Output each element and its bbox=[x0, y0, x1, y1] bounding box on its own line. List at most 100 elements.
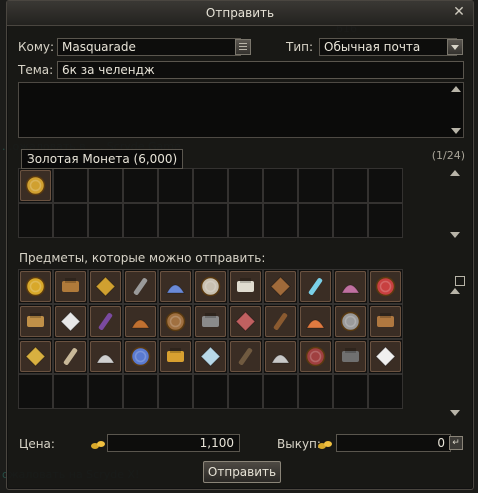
attachment-slot[interactable] bbox=[368, 203, 403, 238]
inventory-slot[interactable] bbox=[123, 339, 158, 374]
purple-flask-icon[interactable] bbox=[90, 306, 121, 337]
attachment-slot[interactable] bbox=[123, 203, 158, 238]
red-scroll-icon[interactable] bbox=[370, 271, 401, 302]
attachment-slot[interactable] bbox=[88, 168, 123, 203]
iron-ingots-icon[interactable] bbox=[335, 306, 366, 337]
cod-input[interactable]: 0 bbox=[336, 434, 451, 452]
metal-plate-icon[interactable] bbox=[195, 306, 226, 337]
attachment-slot[interactable] bbox=[333, 168, 368, 203]
inventory-slot[interactable] bbox=[333, 374, 368, 409]
message-scrollbar[interactable] bbox=[450, 84, 462, 136]
attachment-slot[interactable] bbox=[158, 203, 193, 238]
inventory-slot[interactable] bbox=[53, 304, 88, 339]
inventory-slot[interactable] bbox=[228, 339, 263, 374]
wooden-box-icon[interactable] bbox=[265, 306, 296, 337]
red-rune-tablet-icon[interactable] bbox=[300, 341, 331, 372]
inventory-slot[interactable] bbox=[123, 269, 158, 304]
silver-bars-2-icon[interactable] bbox=[265, 341, 296, 372]
inventory-slot[interactable] bbox=[368, 269, 403, 304]
inventory-slot[interactable] bbox=[263, 339, 298, 374]
orange-stone-icon[interactable] bbox=[300, 306, 331, 337]
attachment-slot[interactable] bbox=[298, 168, 333, 203]
attachment-slot[interactable] bbox=[193, 203, 228, 238]
address-book-button[interactable] bbox=[235, 39, 251, 55]
attachment-slot[interactable] bbox=[18, 203, 53, 238]
scroll-up-icon[interactable] bbox=[451, 86, 461, 92]
title-bar[interactable]: Отправить ✕ bbox=[7, 1, 473, 26]
attachment-scrollbar[interactable] bbox=[449, 168, 461, 240]
inventory-slot[interactable] bbox=[298, 339, 333, 374]
inventory-slot[interactable] bbox=[368, 339, 403, 374]
inventory-slot[interactable] bbox=[53, 339, 88, 374]
gold-nugget-icon[interactable] bbox=[20, 271, 51, 302]
attachment-slot[interactable] bbox=[263, 203, 298, 238]
gold-coin-icon[interactable] bbox=[20, 170, 51, 201]
inventory-slot[interactable] bbox=[193, 269, 228, 304]
inventory-slot[interactable] bbox=[263, 269, 298, 304]
bronze-coin-icon[interactable] bbox=[55, 271, 86, 302]
inventory-slot[interactable] bbox=[228, 304, 263, 339]
message-body-textarea[interactable] bbox=[18, 82, 464, 138]
coal-ore-icon[interactable] bbox=[335, 341, 366, 372]
thread-spool-icon[interactable] bbox=[160, 306, 191, 337]
orange-rope-icon[interactable] bbox=[125, 306, 156, 337]
inventory-slot[interactable] bbox=[368, 304, 403, 339]
silver-ore-icon[interactable] bbox=[90, 341, 121, 372]
close-button[interactable]: ✕ bbox=[451, 4, 467, 20]
inventory-slot[interactable] bbox=[333, 304, 368, 339]
inventory-slot[interactable] bbox=[18, 374, 53, 409]
mail-type-select[interactable]: Обычная почта bbox=[319, 38, 457, 56]
attachment-slot[interactable] bbox=[88, 203, 123, 238]
pink-gem-bracelet-icon[interactable] bbox=[335, 271, 366, 302]
attachment-slot[interactable] bbox=[193, 168, 228, 203]
blue-potion-icon[interactable] bbox=[160, 271, 191, 302]
inventory-slot[interactable] bbox=[123, 304, 158, 339]
inventory-slot[interactable] bbox=[158, 304, 193, 339]
attachment-slot[interactable] bbox=[228, 203, 263, 238]
inventory-slot[interactable] bbox=[88, 374, 123, 409]
inventory-slot[interactable] bbox=[368, 374, 403, 409]
inventory-slot[interactable] bbox=[158, 374, 193, 409]
inventory-slot[interactable] bbox=[228, 374, 263, 409]
cloth-fabric-icon[interactable] bbox=[20, 341, 51, 372]
black-rune-scroll-icon[interactable] bbox=[230, 341, 261, 372]
mail-type-dropdown-button[interactable] bbox=[447, 39, 463, 55]
blue-crystal-icon[interactable] bbox=[300, 271, 331, 302]
inventory-slot[interactable] bbox=[53, 374, 88, 409]
subject-input[interactable]: 6к за челендж bbox=[57, 61, 464, 79]
inventory-slot[interactable] bbox=[193, 339, 228, 374]
white-pearl-icon[interactable] bbox=[370, 341, 401, 372]
inventory-slot[interactable] bbox=[263, 304, 298, 339]
bones-icon[interactable] bbox=[230, 271, 261, 302]
scroll-down-icon[interactable] bbox=[450, 410, 460, 416]
white-powder-icon[interactable] bbox=[55, 306, 86, 337]
expand-icon[interactable] bbox=[455, 276, 465, 286]
rune-stone-icon[interactable] bbox=[125, 271, 156, 302]
inventory-slot[interactable] bbox=[263, 374, 298, 409]
inventory-slot[interactable] bbox=[298, 269, 333, 304]
inventory-slot[interactable] bbox=[53, 269, 88, 304]
blue-vial-icon[interactable] bbox=[125, 341, 156, 372]
gold-coin-icon[interactable] bbox=[90, 271, 121, 302]
inventory-slot[interactable] bbox=[193, 304, 228, 339]
inventory-slot[interactable] bbox=[18, 339, 53, 374]
scroll-up-icon[interactable] bbox=[450, 288, 460, 294]
attachment-slot[interactable] bbox=[123, 168, 158, 203]
inventory-slot[interactable] bbox=[18, 269, 53, 304]
inventory-slot[interactable] bbox=[158, 339, 193, 374]
recipient-input[interactable]: Masquarade bbox=[57, 38, 241, 56]
gold-elixir-icon[interactable] bbox=[160, 341, 191, 372]
scroll-down-icon[interactable] bbox=[450, 232, 460, 238]
inventory-slot[interactable] bbox=[123, 374, 158, 409]
inventory-slot[interactable] bbox=[158, 269, 193, 304]
inventory-slot[interactable] bbox=[193, 374, 228, 409]
attachment-slot[interactable] bbox=[298, 203, 333, 238]
inventory-slot[interactable] bbox=[88, 304, 123, 339]
ice-crystals-icon[interactable] bbox=[195, 341, 226, 372]
scroll-down-icon[interactable] bbox=[451, 128, 461, 134]
silver-bars-icon[interactable] bbox=[195, 271, 226, 302]
inventory-slot[interactable] bbox=[228, 269, 263, 304]
inventory-slot[interactable] bbox=[333, 269, 368, 304]
inventory-slot[interactable] bbox=[298, 374, 333, 409]
leather-scrap-icon[interactable] bbox=[265, 271, 296, 302]
